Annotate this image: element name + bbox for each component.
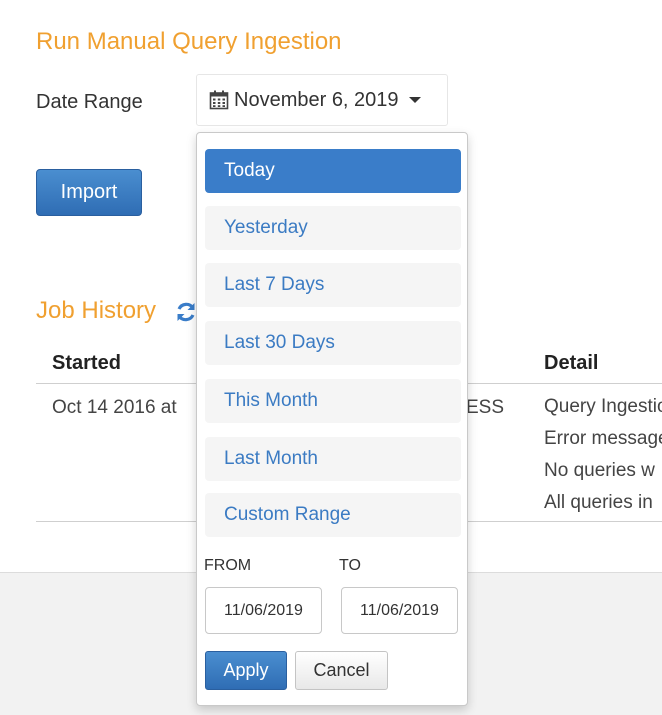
date-range-toggle[interactable]: November 6, 2019	[196, 74, 448, 126]
range-option-custom-range[interactable]: Custom Range	[205, 493, 461, 537]
calendar-icon	[209, 90, 229, 110]
date-range-dropdown: Today Yesterday Last 7 Days Last 30 Days…	[196, 132, 468, 706]
detail-line: All queries in	[544, 492, 653, 513]
range-option-last-7-days[interactable]: Last 7 Days	[205, 263, 461, 307]
refresh-icon[interactable]	[174, 300, 198, 324]
row-detail-cell: Query Ingestion Error message No queries…	[544, 394, 662, 522]
date-range-label: Date Range	[36, 91, 143, 113]
from-label: FROM	[204, 557, 252, 574]
range-option-this-month[interactable]: This Month	[205, 379, 461, 423]
selected-date: November 6, 2019	[234, 88, 399, 111]
row-status-cell: ESS	[466, 397, 505, 418]
range-option-last-month[interactable]: Last Month	[205, 437, 461, 481]
detail-line: No queries w	[544, 460, 655, 481]
import-button[interactable]: Import	[36, 169, 142, 216]
row-started-cell: Oct 14 2016 at	[52, 397, 177, 418]
column-header-detail[interactable]: Detail	[544, 352, 598, 375]
to-date-input[interactable]	[341, 587, 458, 634]
job-history-title: Job History	[36, 297, 157, 324]
column-header-started[interactable]: Started	[52, 352, 121, 375]
range-option-last-30-days[interactable]: Last 30 Days	[205, 321, 461, 365]
ingestion-title: Run Manual Query Ingestion	[36, 28, 342, 55]
range-option-today[interactable]: Today	[205, 149, 461, 193]
detail-line: Query Ingestion	[544, 396, 662, 417]
cancel-button[interactable]: Cancel	[295, 651, 388, 690]
caret-down-icon	[408, 96, 421, 104]
range-option-yesterday[interactable]: Yesterday	[205, 206, 461, 250]
apply-button[interactable]: Apply	[205, 651, 287, 690]
to-label: TO	[339, 557, 361, 574]
detail-line: Error message	[544, 428, 662, 449]
from-date-input[interactable]	[205, 587, 322, 634]
